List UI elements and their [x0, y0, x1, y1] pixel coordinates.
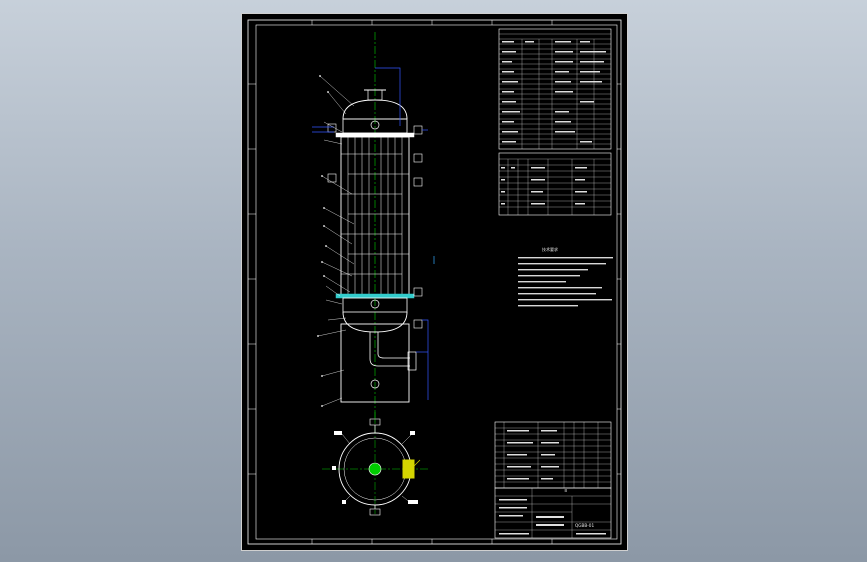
lower-tubesheet [335, 293, 415, 299]
drawing-svg: 技术要求 QGBB-01 Ｂ [247, 19, 622, 545]
spec-table [498, 28, 612, 150]
notes-title: 技术要求 [542, 246, 558, 252]
drawing-sheet: 技术要求 QGBB-01 Ｂ [241, 13, 628, 551]
title-block: QGBB-01 Ｂ [494, 487, 612, 539]
item-markers [317, 75, 329, 407]
vessel-elevation [312, 32, 435, 424]
plan-outlet [402, 459, 415, 479]
skirt [340, 323, 410, 403]
technical-notes: 技术要求 [518, 246, 613, 307]
upper-tubesheet [335, 132, 415, 138]
nozzle-table [498, 152, 612, 216]
parts-list [494, 421, 612, 489]
drawing-number: QGBB-01 [575, 523, 594, 528]
plan-view [322, 412, 428, 516]
sheet-label: Ｂ [564, 489, 568, 493]
